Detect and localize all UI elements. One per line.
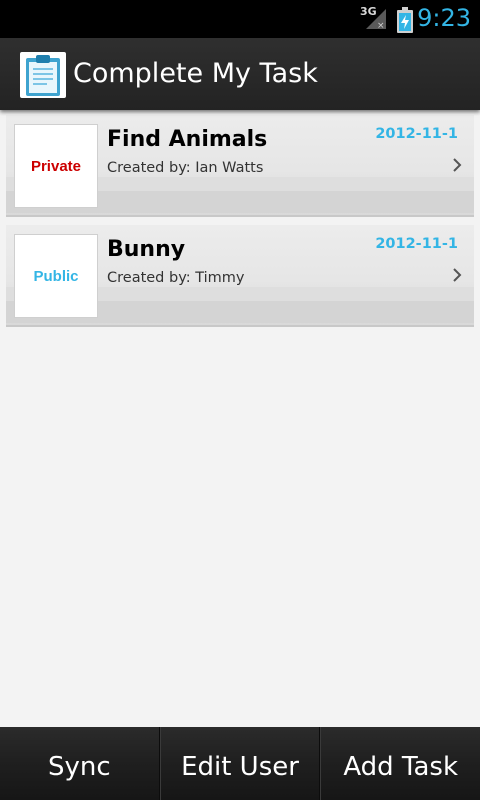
bottom-action-bar: Sync Edit User Add Task (0, 727, 480, 800)
task-title: Bunny (107, 237, 186, 262)
sync-button[interactable]: Sync (0, 727, 160, 800)
task-creator: Created by: Ian Watts (107, 160, 264, 176)
clipboard-icon[interactable] (20, 52, 66, 98)
status-bar: 3G × 9:23 (0, 0, 480, 38)
add-task-button[interactable]: Add Task (320, 727, 480, 800)
svg-text:×: × (377, 21, 385, 31)
action-bar: Complete My Task (0, 38, 480, 110)
task-list: Private Find Animals Created by: Ian Wat… (6, 115, 474, 335)
chevron-right-icon (453, 268, 462, 282)
task-visibility-badge: Public (14, 234, 98, 318)
status-clock: 9:23 (417, 4, 471, 32)
task-date: 2012-11-1 (375, 126, 458, 142)
battery-charging-icon (397, 7, 413, 33)
task-creator: Created by: Timmy (107, 270, 245, 286)
task-list-item[interactable]: Public Bunny Created by: Timmy 2012-11-1 (6, 225, 474, 327)
task-date: 2012-11-1 (375, 236, 458, 252)
chevron-right-icon (453, 158, 462, 172)
edit-user-button[interactable]: Edit User (159, 727, 321, 800)
app-title: Complete My Task (73, 58, 318, 89)
task-title: Find Animals (107, 127, 268, 152)
task-visibility-label: Private (30, 157, 82, 175)
signal-icon: × (366, 9, 386, 31)
task-list-item[interactable]: Private Find Animals Created by: Ian Wat… (6, 115, 474, 217)
app-screen: 3G × 9:23 Complete My Task Private Find … (0, 0, 480, 800)
task-visibility-badge: Private (14, 124, 98, 208)
task-visibility-label: Public (33, 267, 79, 285)
